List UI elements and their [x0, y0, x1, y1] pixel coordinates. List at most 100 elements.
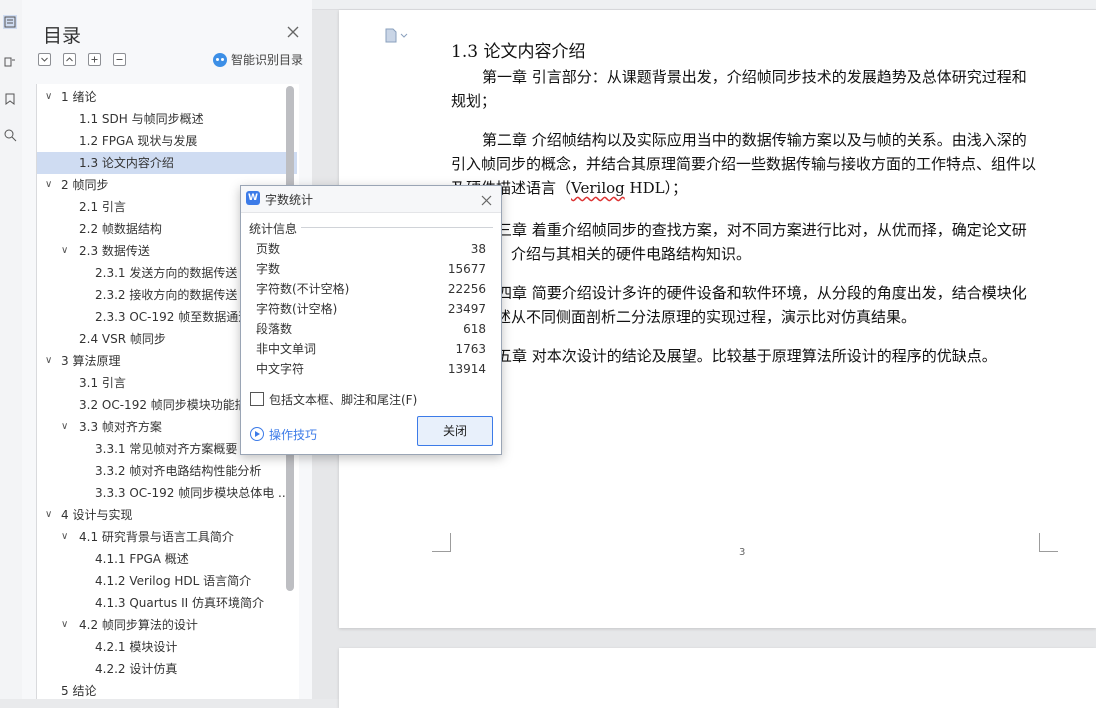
toc-item-label: 3.3 帧对齐方案 — [79, 420, 162, 434]
dialog-title: 字数统计 — [265, 193, 314, 207]
stat-value: 15677 — [447, 262, 486, 276]
chevron-down-icon[interactable]: ∨ — [45, 504, 57, 526]
top-ruler — [312, 0, 1096, 10]
stat-value: 1763 — [455, 342, 486, 356]
stat-row: 字符数(不计空格) 22256 — [256, 279, 486, 299]
remove-heading-icon[interactable] — [113, 53, 126, 66]
chevron-down-icon[interactable]: ∨ — [61, 240, 73, 262]
close-icon[interactable] — [480, 192, 493, 206]
stat-row: 字符数(计空格) 23497 — [256, 299, 486, 319]
toc-item-label: 1.2 FPGA 现状与发展 — [79, 134, 198, 148]
toc-item[interactable]: ∨ 4.1 研究背景与语言工具简介 — [37, 526, 297, 548]
stat-value: 13914 — [447, 362, 486, 376]
toc-item[interactable]: ∨ 1 绪论 — [37, 86, 297, 108]
section-heading: 1.3 论文内容介绍 — [451, 42, 586, 62]
paragraph-5: 第五章 对本次设计的结论及展望。比较基于原理算法所设计的程序的优缺点。 — [482, 347, 997, 365]
chevron-down-icon[interactable]: ∨ — [61, 526, 73, 548]
group-divider — [301, 227, 493, 228]
expand-up-icon[interactable] — [63, 53, 76, 66]
tips-link[interactable]: 操作技巧 — [269, 426, 317, 443]
toc-item-label: 2.3.1 发送方向的数据传送 — [95, 266, 238, 280]
toc-item-label: 2 帧同步 — [61, 178, 109, 192]
group-label: 统计信息 — [249, 220, 302, 237]
toc-item[interactable]: 5 结论 — [37, 680, 297, 699]
stat-label: 非中文单词 — [256, 342, 317, 356]
toc-item-label: 3.1 引言 — [79, 376, 126, 390]
left-toolbar — [0, 0, 23, 699]
next-page[interactable] — [339, 648, 1096, 708]
smart-toc-label: 智能识别目录 — [231, 53, 304, 67]
toc-item[interactable]: ∨ 4.2 帧同步算法的设计 — [37, 614, 297, 636]
toc-item-label: 3.3.1 常见帧对齐方案概要 — [95, 442, 238, 456]
stat-label: 页数 — [256, 242, 281, 256]
play-tips-icon[interactable] — [250, 427, 264, 441]
toc-item[interactable]: 1.2 FPGA 现状与发展 — [37, 130, 297, 152]
toc-item[interactable]: 4.2.1 模块设计 — [37, 636, 297, 658]
toc-item-label: 1 绪论 — [61, 90, 97, 104]
toc-item-label: 4.2 帧同步算法的设计 — [79, 618, 198, 632]
toc-item-label: 3.3.3 OC-192 帧同步模块总体电 ... — [95, 486, 290, 500]
chevron-down-icon[interactable]: ∨ — [45, 86, 57, 108]
toc-item-label: 5 结论 — [61, 684, 97, 698]
toc-item[interactable]: 4.2.2 设计仿真 — [37, 658, 297, 680]
stat-row: 段落数 618 — [256, 319, 486, 339]
toc-item-label: 4.1.3 Quartus II 仿真环境简介 — [95, 596, 264, 610]
stat-row: 中文字符 13914 — [256, 359, 486, 379]
dialog-titlebar[interactable]: W 字数统计 — [241, 186, 501, 213]
toc-item[interactable]: 1.3 论文内容介绍 — [37, 152, 297, 174]
toc-item-label: 2.2 帧数据结构 — [79, 222, 162, 236]
smart-toc-button[interactable]: 智能识别目录 — [213, 51, 303, 68]
include-textbox-label[interactable]: 包括文本框、脚注和尾注(F) — [269, 391, 417, 408]
paragraph-1: 第一章 引言部分：从课题背景出发，介绍帧同步技术的发展趋势及总体研究过程和规划； — [451, 68, 1027, 110]
stat-value: 38 — [470, 242, 486, 256]
toc-item-label: 4.2.2 设计仿真 — [95, 662, 178, 676]
stat-row: 字数 15677 — [256, 259, 486, 279]
include-textbox-checkbox[interactable] — [250, 392, 264, 406]
stat-value: 618 — [463, 322, 486, 336]
toc-item-label: 4 设计与实现 — [61, 508, 133, 522]
toc-item-label: 1.3 论文内容介绍 — [79, 156, 174, 170]
toc-item[interactable]: 4.1.1 FPGA 概述 — [37, 548, 297, 570]
wps-logo-icon: W — [246, 191, 260, 205]
close-icon[interactable] — [286, 24, 300, 38]
paragraph-2: 第二章 介绍帧结构以及实际应用当中的数据传输方案以及与帧的关系。由浅入深的引入帧… — [451, 131, 1037, 197]
toc-item[interactable]: 4.1.3 Quartus II 仿真环境简介 — [37, 592, 297, 614]
toc-item-label: 2.3 数据传送 — [79, 244, 150, 258]
toc-item-label: 2.1 引言 — [79, 200, 126, 214]
toc-item[interactable]: ∨ 4 设计与实现 — [37, 504, 297, 526]
stat-value: 23497 — [447, 302, 486, 316]
page-menu-icon[interactable] — [384, 28, 410, 44]
toc-item-label: 1.1 SDH 与帧同步概述 — [79, 112, 204, 126]
toc-title: 目录 — [43, 25, 82, 47]
stat-label: 中文字符 — [256, 362, 305, 376]
chevron-down-icon[interactable]: ∨ — [45, 350, 57, 372]
chevron-down-icon[interactable]: ∨ — [61, 614, 73, 636]
stat-label: 字数 — [256, 262, 281, 276]
stat-row: 页数 38 — [256, 239, 486, 259]
chapter-icon[interactable] — [3, 55, 17, 69]
toc-item-label: 2.3.3 OC-192 帧至数据通道 — [95, 310, 251, 324]
chevron-down-icon[interactable]: ∨ — [61, 416, 73, 438]
toc-item[interactable]: 4.1.2 Verilog HDL 语言简介 — [37, 570, 297, 592]
chevron-down-icon[interactable]: ∨ — [45, 174, 57, 196]
toc-item[interactable]: 3.3.3 OC-192 帧同步模块总体电 ... — [37, 482, 297, 504]
toc-item-label: 3.3.2 帧对齐电路结构性能分析 — [95, 464, 262, 478]
stat-value: 22256 — [447, 282, 486, 296]
close-button[interactable]: 关闭 — [417, 416, 493, 446]
crop-mark — [1039, 533, 1058, 552]
collapse-all-icon[interactable] — [38, 53, 51, 66]
toc-item-label: 3.2 OC-192 帧同步模块功能描述 — [79, 398, 259, 412]
toc-toggle-icon[interactable] — [3, 15, 17, 29]
toc-item-label: 4.1.1 FPGA 概述 — [95, 552, 189, 566]
toc-item[interactable]: 3.3.2 帧对齐电路结构性能分析 — [37, 460, 297, 482]
spellcheck-word[interactable]: Verilog — [571, 179, 625, 197]
add-heading-icon[interactable] — [88, 53, 101, 66]
bookmark-icon[interactable] — [3, 92, 17, 106]
toc-item-label: 3 算法原理 — [61, 354, 121, 368]
stat-row: 非中文单词 1763 — [256, 339, 486, 359]
toc-item[interactable]: 1.1 SDH 与帧同步概述 — [37, 108, 297, 130]
search-icon[interactable] — [3, 128, 17, 142]
stat-label: 段落数 — [256, 322, 293, 336]
stat-label: 字符数(计空格) — [256, 302, 338, 316]
word-count-dialog: W 字数统计 统计信息 页数 38 字数 15677 字符数(不计空格) 22256 字符数… — [240, 185, 502, 455]
